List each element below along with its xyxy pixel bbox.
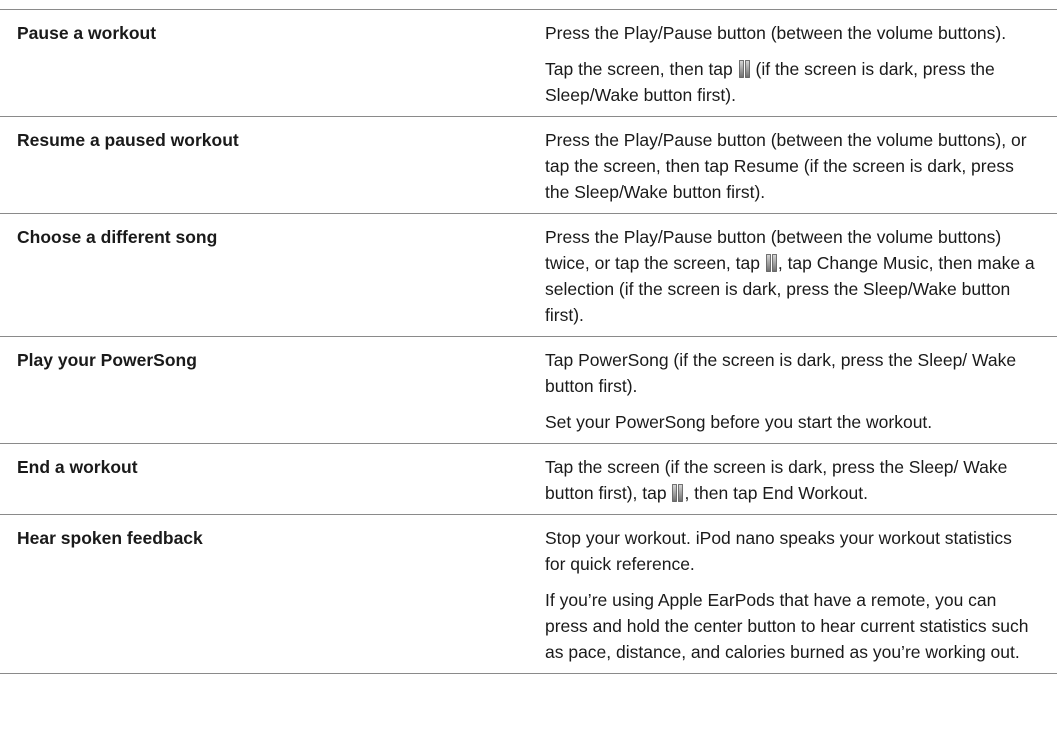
action-label: Choose a different song [17,227,218,247]
action-description: Tap the screen (if the screen is dark, p… [545,444,1057,514]
workout-controls-table: Pause a workout Press the Play/Pause but… [0,9,1057,674]
description-paragraph: Press the Play/Pause button (between the… [545,227,1035,325]
pause-icon [672,484,684,502]
action-description: Press the Play/Pause button (between the… [545,10,1057,116]
table-row: Hear spoken feedback Stop your workout. … [0,514,1057,674]
pause-icon [738,60,750,78]
description-paragraph: Tap the screen (if the screen is dark, p… [545,457,1008,503]
description-paragraph: Tap the screen, then tap (if the screen … [545,59,995,105]
description-paragraph: Press the Play/Pause button (between the… [545,130,1027,202]
description-paragraph: Set your PowerSong before you start the … [545,412,933,432]
table-row: Resume a paused workout Press the Play/P… [0,116,1057,213]
pause-icon [765,254,777,272]
table-row: Pause a workout Press the Play/Pause but… [0,9,1057,116]
action-description: Press the Play/Pause button (between the… [545,117,1057,213]
description-paragraph: Tap PowerSong (if the screen is dark, pr… [545,350,1017,396]
description-paragraph: Stop your workout. iPod nano speaks your… [545,528,1012,574]
action-label: Hear spoken feedback [17,528,203,548]
description-paragraph: If you’re using Apple EarPods that have … [545,590,1029,662]
action-description: Tap PowerSong (if the screen is dark, pr… [545,337,1057,443]
action-label: End a workout [17,457,138,477]
table-row: Play your PowerSong Tap PowerSong (if th… [0,336,1057,443]
action-label: Resume a paused workout [17,130,239,150]
table-row: Choose a different song Press the Play/P… [0,213,1057,336]
description-paragraph: Press the Play/Pause button (between the… [545,23,1007,43]
table-row: End a workout Tap the screen (if the scr… [0,443,1057,514]
action-label: Play your PowerSong [17,350,197,370]
action-label: Pause a workout [17,23,157,43]
action-description: Stop your workout. iPod nano speaks your… [545,515,1057,673]
action-description: Press the Play/Pause button (between the… [545,214,1057,336]
